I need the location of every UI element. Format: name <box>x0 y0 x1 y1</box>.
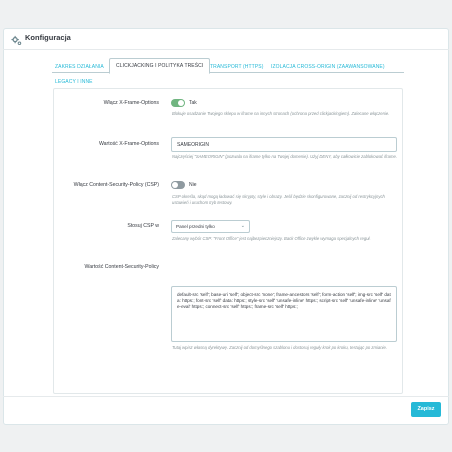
csp-toggle-text: Nie <box>189 182 197 188</box>
xframe-toggle-text: Tak <box>189 100 197 106</box>
tab-izolacja[interactable]: IZOLACJA CROSS-ORIGIN (ZAAWANSOWANE) <box>271 64 385 70</box>
tab-transport[interactable]: TRANSPORT (HTTPS) <box>210 64 263 70</box>
csp-label: Włącz Content-Security-Policy (CSP) <box>73 182 159 188</box>
csp-value-label: Wartość Content-Security-Policy <box>84 264 159 270</box>
toggle-knob <box>178 100 184 106</box>
panel-header: Konfiguracja <box>3 28 449 50</box>
csp-apply-select[interactable]: Panel przedni tylko ⌄ <box>171 220 250 233</box>
tab-legacy[interactable]: LEGACY I INNE <box>55 79 93 85</box>
csp-toggle[interactable] <box>171 181 185 189</box>
gears-icon <box>11 33 22 46</box>
tab-zakres[interactable]: ZAKRES DZIAŁANIA <box>55 64 104 70</box>
csp-apply-label: Stosuj CSP w <box>127 223 159 229</box>
xframe-toggle[interactable] <box>171 99 185 107</box>
csp-apply-help: Zalecany wybór CSP: "Front Office" jest … <box>172 236 371 241</box>
csp-apply-selected: Panel przedni tylko <box>176 224 215 229</box>
xframe-label: Włącz X-Frame-Options <box>103 100 159 106</box>
csp-help: CSP określa, skąd mogą ładować się skryp… <box>172 194 385 205</box>
csp-value-textarea[interactable]: default-src 'self'; base-uri 'self'; obj… <box>171 286 397 342</box>
xframe-value-label: Wartość X-Frame-Options <box>98 141 159 147</box>
footer-divider <box>3 396 449 397</box>
tabs-divider <box>52 72 404 73</box>
xframe-help: Blokuje osadzanie Twojego sklepu w ifram… <box>172 111 390 116</box>
csp-value-help: Tutaj wpisz własną dyrektywę. Zacznij od… <box>172 345 387 350</box>
xframe-value-input[interactable]: SAMEORIGIN <box>171 137 397 152</box>
xframe-value-help: Najczęściej "SAMEORIGIN" (pozwala na ifr… <box>172 154 397 159</box>
panel-title: Konfiguracja <box>25 33 71 42</box>
chevron-down-icon: ⌄ <box>240 223 245 229</box>
tab-clickjacking[interactable]: CLICKJACKING I POLITYKA TREŚCI <box>109 58 211 74</box>
save-button[interactable]: Zapisz <box>411 402 441 417</box>
toggle-knob <box>172 182 178 188</box>
